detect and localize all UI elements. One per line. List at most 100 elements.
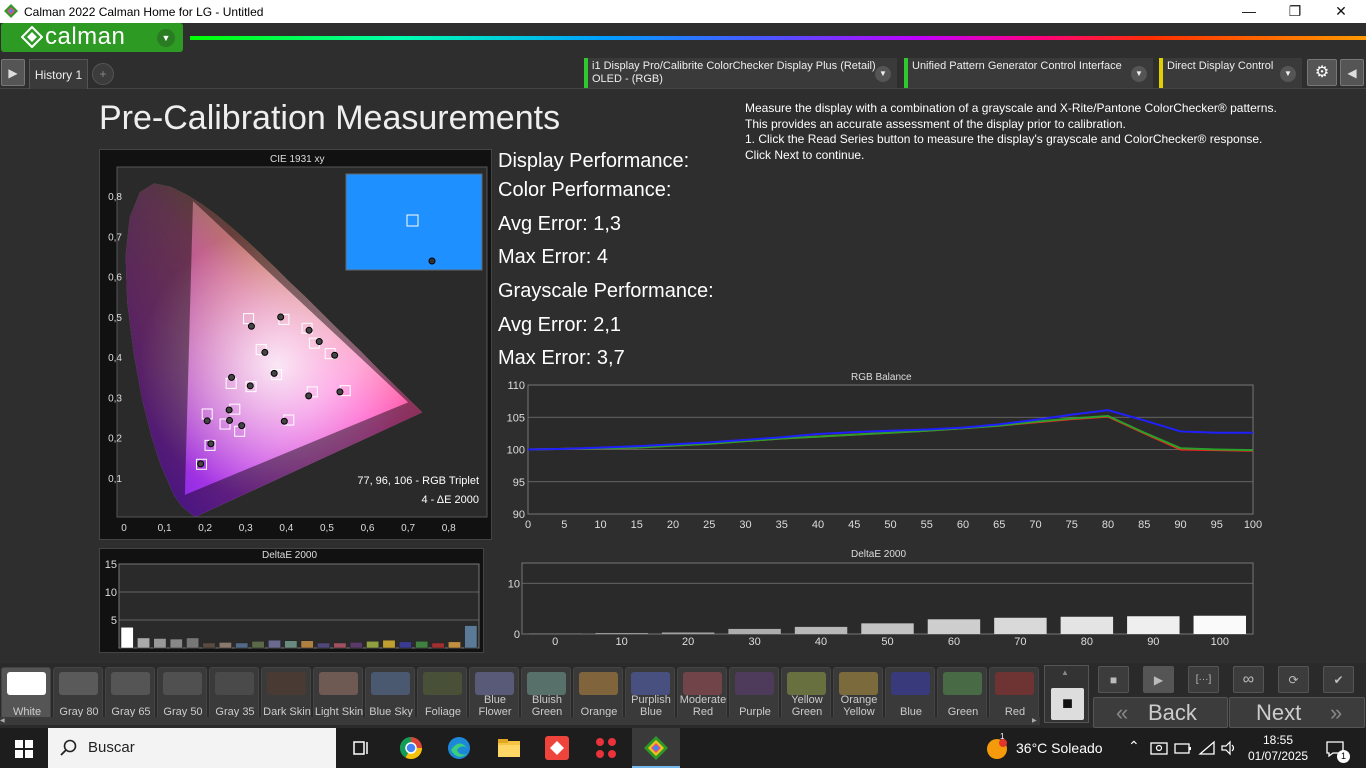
wifi-icon[interactable] [1198, 740, 1216, 756]
deltae-grayscale-chart[interactable]: DeltaE 2000 10 0 0 10 20 30 40 50 60 70 80 90 100 [500, 548, 1270, 653]
swatch-label: Bluish Green [531, 694, 563, 718]
cie-y-tick-label: 0,3 [108, 393, 122, 404]
rgb-y-tick-label: 95 [513, 477, 525, 489]
swatch-purple[interactable]: Purple [729, 667, 779, 719]
cie-x-tick-label: 0,5 [320, 523, 334, 534]
deltae-gray-bar [1193, 615, 1246, 634]
swatch-orange-yellow[interactable]: Orange Yellow [833, 667, 883, 719]
cie-x-tick-label: 0,3 [239, 523, 253, 534]
swatch-orange[interactable]: Orange [573, 667, 623, 719]
check-button[interactable]: ✔ [1323, 666, 1354, 693]
rgb-x-tick-label: 10 [594, 519, 606, 531]
swatch-purplish-blue[interactable]: Purplish Blue [625, 667, 675, 719]
tray-up-arrow-icon[interactable]: ⌃ [1128, 738, 1140, 755]
display-control-name: Direct Display Control [1167, 60, 1274, 72]
next-label: Next [1256, 700, 1302, 725]
back-button[interactable]: « Back [1093, 697, 1228, 728]
close-button[interactable]: ✕ [1318, 0, 1364, 23]
cie-chart[interactable]: 0 0,1 0,2 0,3 0,4 0,5 0,6 0,7 0,8 0,1 0,2 0,3 0,4 0,5… [99, 149, 492, 540]
rgb-balance-chart[interactable]: RGB Balance 90 95 100 105 110 0 5 10 15 20 25 30 35 4… [500, 371, 1270, 536]
swatch-red[interactable]: Red [989, 667, 1039, 719]
expand-left-arrow-icon[interactable]: ▶ [1, 59, 25, 86]
play-measure-button[interactable]: ▶ [1143, 666, 1174, 693]
swatch-gray-35[interactable]: Gray 35 [209, 667, 259, 719]
tab-history-1[interactable]: History 1 [29, 59, 88, 89]
swatch-yellow-green[interactable]: Yellow Green [781, 667, 831, 719]
gear-icon[interactable]: ⚙ [1307, 59, 1337, 86]
chevron-down-icon[interactable]: ▼ [1280, 66, 1296, 82]
calman-taskbar-button[interactable] [632, 728, 680, 768]
pattern-generator-name: Unified Pattern Generator Control Interf… [912, 60, 1122, 72]
battery-icon[interactable] [1174, 740, 1192, 756]
task-view-icon[interactable] [348, 734, 376, 762]
swatch-bluish-green[interactable]: Bluish Green [521, 667, 571, 719]
weather-sun-icon[interactable] [986, 738, 1008, 760]
scroll-left-icon[interactable]: ◀ [0, 717, 8, 725]
collapse-right-arrow-icon[interactable]: ◀ [1340, 59, 1364, 86]
maximize-button[interactable]: ❐ [1272, 0, 1318, 23]
meter-device-selector[interactable]: i1 Display Pro/Calibrite ColorChecker Di… [584, 58, 897, 88]
chevron-down-icon[interactable]: ▼ [875, 66, 891, 82]
pattern-generator-selector[interactable]: Unified Pattern Generator Control Interf… [904, 58, 1153, 88]
swatch-gray-65[interactable]: Gray 65 [105, 667, 155, 719]
deltae-color-bar [137, 637, 150, 649]
deltae-gray-x-tick: 20 [682, 636, 694, 648]
anydesk-icon[interactable] [543, 734, 571, 762]
deltae-color-bar [300, 640, 314, 649]
weather-text[interactable]: 36°C Soleado [1016, 740, 1103, 756]
swatch-label: Blue Sky [369, 706, 413, 718]
edge-icon[interactable] [445, 734, 473, 762]
title-bar: Calman 2022 Calman Home for LG - Untitle… [0, 0, 1366, 23]
add-tab-button[interactable]: + [92, 63, 114, 85]
calman-logo-button[interactable]: calman ▼ [1, 23, 183, 52]
rgb-x-tick-label: 50 [884, 519, 896, 531]
cie-y-tick-label: 0,2 [108, 434, 122, 445]
instructions: Measure the display with a combination o… [745, 101, 1345, 163]
read-panel: ▲ ■ [1044, 665, 1089, 723]
refresh-button[interactable]: ⟳ [1278, 666, 1309, 693]
swatch-moderate-red[interactable]: Moderate Red [677, 667, 727, 719]
cie-measured-point [207, 440, 215, 448]
swatch-foliage[interactable]: Foliage [417, 667, 467, 719]
minimize-button[interactable]: — [1226, 0, 1272, 23]
swatch-dark-skin[interactable]: Dark Skin [261, 667, 311, 719]
rgb-x-tick-label: 85 [1138, 519, 1150, 531]
next-button[interactable]: Next » [1229, 697, 1365, 728]
windows-start-icon[interactable] [15, 740, 33, 758]
cie-measured-point [315, 338, 323, 346]
volume-icon[interactable] [1220, 740, 1238, 756]
swatch-scrollbar[interactable]: ◀ ▶ [0, 717, 1040, 725]
swatch-blue-flower[interactable]: Blue Flower [469, 667, 519, 719]
chrome-icon[interactable] [397, 734, 425, 762]
clock-time: 18:55 [1262, 733, 1294, 747]
deltae-gray-x-tick: 70 [1014, 636, 1026, 648]
read-series-button[interactable]: [···] [1188, 666, 1219, 693]
chevron-down-icon[interactable]: ▼ [1131, 66, 1147, 82]
swatch-green[interactable]: Green [937, 667, 987, 719]
up-arrow-icon[interactable]: ▲ [1061, 668, 1069, 677]
deltae-gray-x-tick: 60 [948, 636, 960, 648]
stop-read-button[interactable]: ■ [1051, 688, 1084, 720]
stop-measure-button[interactable]: ■ [1098, 666, 1129, 693]
rgb-triplet-annotation: 77, 96, 106 - RGB Triplet [357, 475, 479, 487]
cie-x-tick-label: 0,6 [361, 523, 375, 534]
deltae-color-chart[interactable]: DeltaE 2000 5 10 15 [99, 548, 484, 653]
display-control-selector[interactable]: Direct Display Control ▼ [1159, 58, 1302, 88]
swatch-blue[interactable]: Blue [885, 667, 935, 719]
meet-now-icon[interactable] [1150, 740, 1168, 756]
scroll-right-icon[interactable]: ▶ [1032, 717, 1040, 725]
rgb-y-tick-label: 110 [507, 380, 525, 392]
continuous-read-button[interactable]: ∞ [1233, 666, 1264, 693]
app-dots-icon[interactable] [592, 734, 620, 762]
swatch-gray-80[interactable]: Gray 80 [53, 667, 103, 719]
chevron-down-icon[interactable]: ▼ [157, 29, 175, 47]
swatch-gray-50[interactable]: Gray 50 [157, 667, 207, 719]
cie-measured-point [270, 369, 278, 377]
swatch-white[interactable]: White [1, 667, 51, 719]
file-explorer-icon[interactable] [495, 734, 523, 762]
taskbar-clock[interactable]: 18:55 01/07/2025 [1248, 732, 1308, 764]
swatch-blue-sky[interactable]: Blue Sky [365, 667, 415, 719]
swatch-light-skin[interactable]: Light Skin [313, 667, 363, 719]
taskbar-search-input[interactable]: Buscar [48, 728, 336, 768]
back-arrow-icon: « [1116, 700, 1129, 725]
